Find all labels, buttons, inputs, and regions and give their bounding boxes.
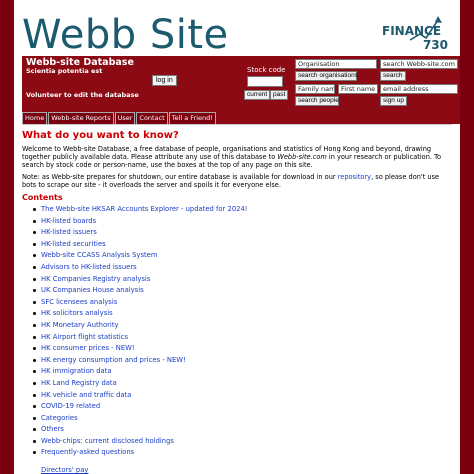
contents-item[interactable]: Webb-chips: current disclosed holdings [22,436,452,448]
email-input[interactable]: email address [380,84,458,94]
contents-item[interactable]: HK Companies Registry analysis [22,274,452,286]
search-organisations-button[interactable]: search organisations [295,71,358,81]
site-search-button[interactable]: search [380,71,406,81]
note-text: Note: as Webb-site prepares for shutdown… [22,173,338,181]
current-button[interactable]: current [244,90,271,100]
page-heading: What do you want to know? [22,130,179,141]
tab-webb-site-reports[interactable]: Webb-site Reports [48,112,114,124]
contents-item[interactable]: The Webb-site HKSAR Accounts Explorer - … [22,204,452,216]
site-brand[interactable]: Webb Site [22,12,229,58]
contents-item[interactable]: HK energy consumption and prices - NEW! [22,355,452,367]
finance-logo-text: FINANCE [382,24,442,38]
contents-item[interactable]: HK Monetary Authority [22,320,452,332]
tab-user[interactable]: User [114,112,136,124]
login-button[interactable]: log in [152,75,177,86]
tab-tell-a-friend[interactable]: Tell a Friend! [168,112,216,124]
contents-item[interactable]: HK-listed securities [22,239,452,251]
intro-paragraph: Welcome to Webb-site Database, a free da… [22,145,452,169]
contents-item[interactable]: HK Land Registry data [22,378,452,390]
main-content: What do you want to know? Welcome to Web… [22,124,452,459]
contents-item[interactable]: COVID-19 related [22,401,452,413]
finance730-logo[interactable]: FINANCE 730 [380,14,450,56]
contents-item[interactable]: HK-listed boards [22,216,452,228]
organisation-input[interactable]: Organisation [295,59,377,69]
contents-item[interactable]: HK-listed issuers [22,227,452,239]
contents-list: The Webb-site HKSAR Accounts Explorer - … [22,204,452,459]
note-paragraph: Note: as Webb-site prepares for shutdown… [22,173,452,189]
nav-tabs: Home Webb-site Reports User Contact Tell… [22,112,460,124]
family-name-input[interactable]: Family name [295,84,335,94]
signup-button[interactable]: sign up [380,96,407,106]
contents-item[interactable]: HK consumer prices - NEW! [22,343,452,355]
contents-item[interactable]: HK immigration data [22,366,452,378]
repository-link[interactable]: repository [338,173,371,181]
tab-contact[interactable]: Contact [136,112,168,124]
intro-site-name: Webb-site.com [277,153,327,161]
contents-item[interactable]: Categories [22,413,452,425]
past-button[interactable]: past [270,90,289,100]
stock-code-input[interactable] [247,76,283,87]
contents-item[interactable]: HK solicitors analysis [22,308,452,320]
contents-item[interactable]: Advisors to HK-listed issuers [22,262,452,274]
contents-item[interactable]: Frequently-asked questions [22,447,452,459]
contents-item[interactable]: SFC licensees analysis [22,297,452,309]
directors-pay-link[interactable]: Directors' pay [41,466,88,474]
contents-item[interactable]: Others [22,424,452,436]
search-banner: Webb-site Database Scientia potentia est… [22,56,460,112]
volunteer-link[interactable]: Volunteer to edit the database [26,91,139,99]
finance-logo-number: 730 [422,38,448,52]
stock-code-label: Stock code [247,66,286,74]
first-name-input[interactable]: First name [338,84,378,94]
tab-home[interactable]: Home [22,112,48,124]
contents-heading: Contents [22,193,63,202]
search-people-button[interactable]: search people [295,96,339,106]
contents-item[interactable]: UK Companies House analysis [22,285,452,297]
site-search-input[interactable]: search Webb-site.com [380,59,458,69]
contents-item[interactable]: Webb-site CCASS Analysis System [22,250,452,262]
database-motto: Scientia potentia est [26,67,103,75]
page-frame: Webb Site FINANCE 730 Webb-site Database… [14,0,460,474]
contents-item[interactable]: HK vehicle and traffic data [22,390,452,402]
contents-item[interactable]: HK Airport flight statistics [22,332,452,344]
